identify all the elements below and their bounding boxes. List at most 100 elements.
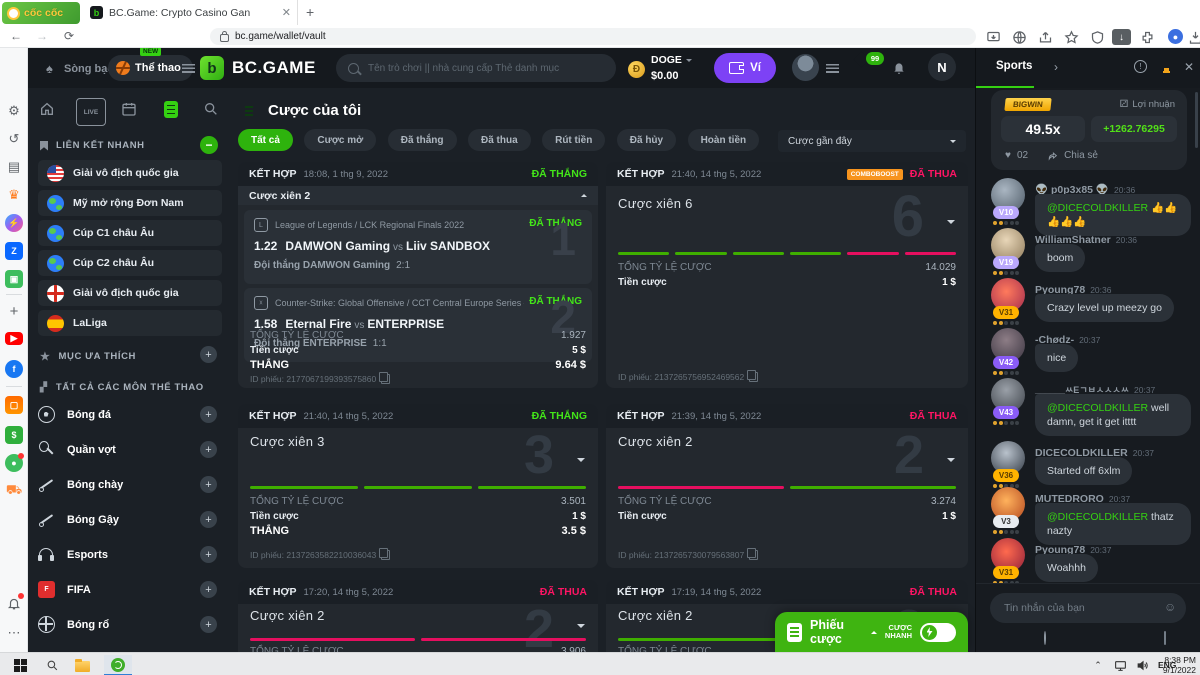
sidebar-item-ucl[interactable]: Cúp C1 châu Âu bbox=[38, 220, 222, 246]
filter-all[interactable]: Tất cả bbox=[238, 129, 293, 151]
sidebar-item-cricket[interactable]: Bóng Gậy bbox=[38, 511, 222, 528]
collapse-quick-links-button[interactable]: − bbox=[200, 136, 218, 154]
browser-profile-icon[interactable]: ● bbox=[1168, 29, 1183, 44]
expand-icon[interactable] bbox=[947, 458, 955, 466]
sidebar-item-baseball[interactable]: Bóng chày bbox=[38, 476, 222, 493]
user-avatar[interactable] bbox=[792, 54, 819, 81]
extensions-icon[interactable] bbox=[1140, 30, 1155, 45]
add-shortcut-icon[interactable]: + bbox=[5, 302, 23, 320]
wallet-button[interactable]: Ví bbox=[714, 53, 776, 83]
coccoc-taskbar-icon[interactable] bbox=[104, 655, 132, 675]
save-page-icon[interactable] bbox=[986, 30, 1001, 45]
tray-expand-icon[interactable]: ⌃ bbox=[1090, 657, 1106, 673]
chevron-right-icon[interactable]: › bbox=[1054, 60, 1058, 74]
coin-drop-icon[interactable] bbox=[1044, 631, 1046, 645]
chat-app-icon[interactable]: ● bbox=[5, 453, 24, 472]
feed-icon[interactable]: ▤ bbox=[5, 158, 23, 176]
tab-sports[interactable]: Sports bbox=[996, 60, 1032, 72]
sports-provider-icon[interactable]: N bbox=[928, 53, 956, 81]
game-search-input[interactable] bbox=[366, 61, 604, 75]
network-icon[interactable] bbox=[1112, 657, 1128, 673]
filter-open[interactable]: Cược mở bbox=[304, 129, 377, 151]
copy-icon[interactable] bbox=[379, 372, 391, 384]
rewards-icon[interactable]: $ bbox=[5, 426, 23, 444]
zalo-icon[interactable]: Z bbox=[5, 242, 23, 260]
expand-fifa-button[interactable]: + bbox=[200, 581, 217, 598]
cart-icon[interactable]: ⛟ bbox=[5, 482, 23, 500]
copy-icon[interactable] bbox=[379, 548, 391, 560]
casino-mode-label[interactable]: Sòng bạc bbox=[64, 63, 114, 75]
expand-esports-button[interactable]: + bbox=[200, 546, 217, 563]
bookmark-star-icon[interactable] bbox=[1064, 30, 1079, 45]
back-icon[interactable]: ← bbox=[10, 29, 22, 43]
live-tab[interactable]: LIVE bbox=[76, 98, 106, 126]
big-win-card[interactable]: BIGWIN ⚂ Lợi nhuận 49.5x +1262.76295 ♥ 02… bbox=[991, 90, 1187, 170]
start-button[interactable] bbox=[12, 657, 28, 673]
taskbar-search-icon[interactable] bbox=[44, 657, 60, 673]
betslip-button[interactable]: Phiếu cược CƯỢC NHANH bbox=[775, 612, 968, 652]
downloads-tray-icon[interactable] bbox=[1188, 30, 1200, 45]
games-icon[interactable]: ▣ bbox=[5, 270, 23, 288]
new-tab-button[interactable]: + bbox=[306, 4, 314, 20]
bet-card[interactable]: KẾT HỢP 21:40, 14 thg 5, 2022 ĐÃ THẮNG 3… bbox=[238, 404, 598, 568]
history-icon[interactable]: ↺ bbox=[5, 130, 23, 148]
sports-mode-pill[interactable]: Thể thao bbox=[108, 55, 193, 81]
expand-icon[interactable] bbox=[947, 220, 955, 228]
bet-card[interactable]: KẾT HỢP 18:08, 1 thg 9, 2022 ĐÃ THẮNG Cư… bbox=[238, 162, 598, 388]
expand-tennis-button[interactable]: + bbox=[200, 441, 217, 458]
favorites-header[interactable]: ★ MỤC ƯA THÍCH bbox=[40, 350, 136, 363]
download-active-button[interactable]: ↓ bbox=[1112, 29, 1131, 45]
expand-baseball-button[interactable]: + bbox=[200, 476, 217, 493]
forward-icon[interactable]: → bbox=[36, 29, 48, 43]
youtube-icon[interactable]: ▶ bbox=[5, 332, 23, 345]
sidebar-item-league[interactable]: Giải vô địch quốc gia bbox=[38, 160, 222, 186]
share-icon[interactable] bbox=[1038, 30, 1053, 45]
bet-card[interactable]: KẾT HỢP 17:20, 14 thg 5, 2022 ĐÃ THUA 2 … bbox=[238, 580, 598, 652]
sidebar-item-usopen[interactable]: Mỹ mở rộng Đơn Nam bbox=[38, 190, 222, 216]
share-label[interactable]: Chia sẻ bbox=[1064, 150, 1098, 161]
info-icon[interactable]: ! bbox=[1134, 60, 1147, 73]
facebook-icon[interactable]: f bbox=[5, 360, 23, 378]
volume-icon[interactable] bbox=[1134, 657, 1150, 673]
coccoc-brand-button[interactable]: cốc cốc bbox=[2, 2, 80, 24]
copy-icon[interactable] bbox=[747, 370, 759, 382]
gif-icon[interactable] bbox=[1164, 631, 1166, 645]
chat-scrollbar[interactable] bbox=[1195, 92, 1198, 148]
currency-selector[interactable]: Đ DOGE $0.00 bbox=[628, 54, 692, 84]
browser-tab[interactable]: b BC.Game: Crypto Casino Gan ✕ bbox=[84, 0, 298, 25]
home-icon[interactable] bbox=[36, 98, 58, 120]
sidebar-item-laliga[interactable]: LaLiga bbox=[38, 310, 222, 336]
schedule-icon[interactable] bbox=[118, 98, 140, 120]
emoji-icon[interactable]: ☺ bbox=[1164, 600, 1176, 614]
expand-cricket-button[interactable]: + bbox=[200, 511, 217, 528]
expand-icon[interactable] bbox=[577, 458, 585, 466]
bet-card[interactable]: KẾT HỢP 21:40, 14 thg 5, 2022 COMBOBOOST… bbox=[606, 162, 968, 388]
sidebar-item-championship[interactable]: Giải vô địch quốc gia bbox=[38, 280, 222, 306]
sidebar-item-basketball[interactable]: Bóng rổ bbox=[38, 616, 222, 633]
add-favorite-button[interactable]: + bbox=[200, 346, 217, 363]
sidebar-item-fifa[interactable]: F FIFA bbox=[38, 581, 222, 598]
mode-menu-icon[interactable] bbox=[182, 64, 195, 73]
close-panel-icon[interactable]: ✕ bbox=[1184, 60, 1194, 74]
sidebar-item-esports[interactable]: Esports bbox=[38, 546, 222, 563]
chat-input[interactable] bbox=[990, 593, 1186, 623]
translate-icon[interactable] bbox=[1012, 30, 1027, 45]
notifications-bell-icon[interactable] bbox=[892, 60, 906, 80]
filter-won[interactable]: Đã thắng bbox=[387, 129, 457, 151]
copy-icon[interactable] bbox=[747, 548, 759, 560]
bcgame-logo-icon[interactable]: b bbox=[200, 56, 224, 80]
reload-icon[interactable]: ⟳ bbox=[64, 29, 74, 43]
sidebar-item-tennis[interactable]: Quần vợt bbox=[38, 441, 222, 458]
crown-icon[interactable]: ♛ bbox=[5, 186, 23, 204]
strip-bell-icon[interactable] bbox=[5, 593, 24, 612]
filter-cashout[interactable]: Rút tiền bbox=[542, 129, 606, 151]
messenger-icon[interactable]: ⚡ bbox=[5, 214, 23, 232]
settings-icon[interactable]: ⚙ bbox=[5, 102, 23, 120]
sidebar-search-icon[interactable] bbox=[200, 98, 222, 120]
heart-icon[interactable]: ♥ bbox=[1005, 150, 1011, 161]
sidebar-item-soccer[interactable]: Bóng đá bbox=[38, 406, 222, 423]
user-menu-icon[interactable] bbox=[826, 64, 839, 73]
sidebar-item-uel[interactable]: Cúp C2 châu Âu bbox=[38, 250, 222, 276]
filter-lost[interactable]: Đã thua bbox=[467, 129, 531, 151]
collapse-icon[interactable] bbox=[581, 191, 587, 197]
